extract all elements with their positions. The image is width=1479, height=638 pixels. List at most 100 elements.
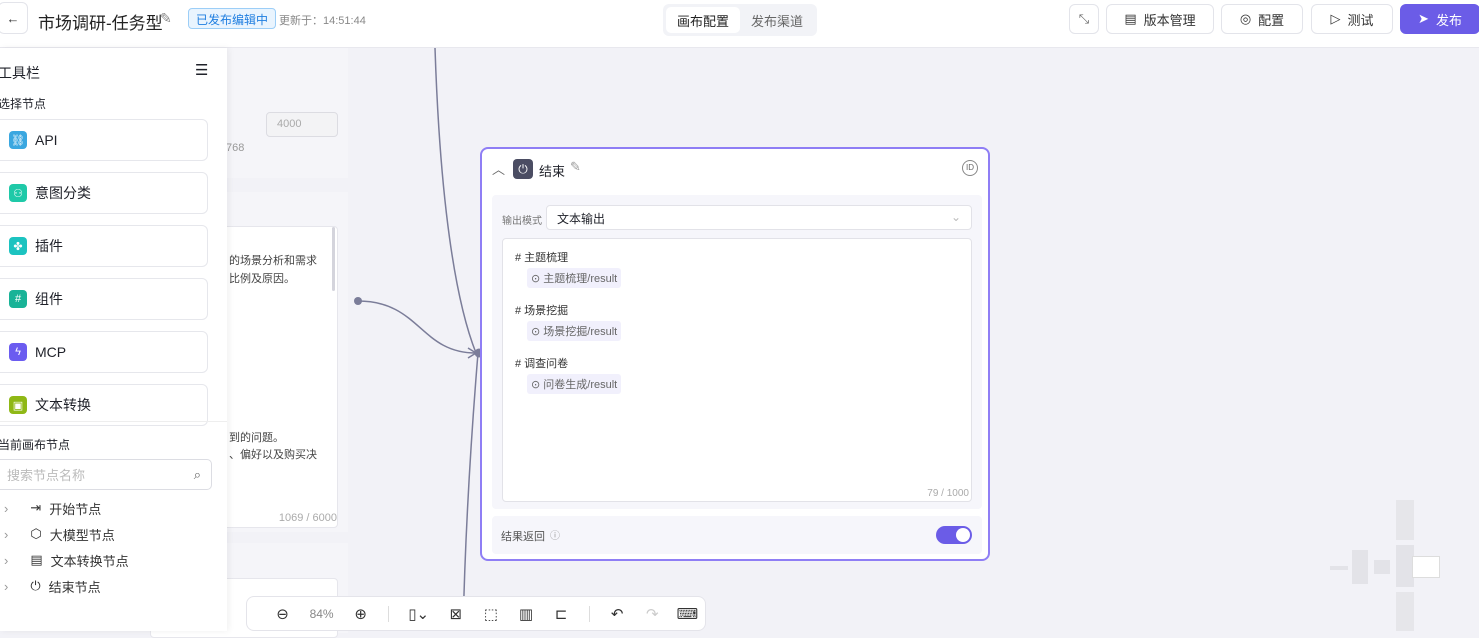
tree-item-label: 文本转换节点 [50,553,129,569]
fit-view-icon[interactable]: ⊠ [438,605,473,623]
power-icon: ⏻ [513,159,533,179]
collapse-sidebar-icon[interactable]: ☰ [195,61,208,79]
tree-item-label: 结束节点 [48,579,101,595]
output-template-editor[interactable]: # 主题梳理 ⊙ 主题梳理/result # 场景挖掘 ⊙ 场景挖掘/result # … [502,238,972,502]
tree-item[interactable]: › ⬡ 大模型节点 [0,523,220,545]
layout-icon: ▤ [30,552,43,567]
variable-ref-label: 主题梳理/result [543,273,618,285]
chevron-up-icon[interactable]: ︿ [492,159,505,178]
tree-item-label: 大模型节点 [49,527,115,543]
zoom-out-icon[interactable]: ⊖ [265,605,300,623]
variable-ref-label: 场景挖掘/result [543,326,618,338]
chevron-down-icon: ⌄ [950,210,961,224]
variable-ref[interactable]: ⊙ 场景挖掘/result [527,321,622,341]
send-icon: ➤ [1418,11,1429,26]
auto-layout-icon[interactable]: ▥ [508,605,543,623]
node-search-input[interactable]: 搜索节点名称 ⌕ [0,459,212,490]
config-button[interactable]: ◎ 配置 [1221,4,1303,34]
search-icon[interactable]: ⌕ [194,467,201,483]
node-item-label: 文本转换 [35,397,91,413]
publish-label: 发布 [1435,12,1462,28]
node-item-label: MCP [35,344,67,360]
section-select-nodes: 选择节点 [0,97,47,111]
node-item-label: 组件 [35,291,63,307]
publish-button[interactable]: ➤ 发布 [1400,4,1479,34]
chevron-right-icon[interactable]: › [4,579,8,594]
mouse-mode-icon[interactable]: ▯⌄ [399,605,438,623]
chevron-right-icon[interactable]: › [4,553,8,568]
node-item[interactable]: ▣ 文本转换 [0,384,208,426]
help-icon[interactable]: ⓘ [550,527,560,542]
chevron-right-icon[interactable]: › [4,501,8,516]
variable-ref-label: 问卷生成/result [543,379,618,391]
play-icon: ▷ [1330,11,1341,26]
page-title: 市场调研-任务型 [38,14,163,33]
keyboard-icon[interactable]: ⌨ [670,605,705,623]
output-mode-label: 输出模式 [502,216,542,227]
slider-min-label: 768 [226,142,245,154]
node-item-label: 意图分类 [35,185,91,201]
tab-canvas-config[interactable]: 画布配置 [666,7,740,33]
header: ← 市场调研-任务型 ✎ 已发布编辑中 更新于：14:51:44 画布配置 发布… [0,0,1479,48]
select-area-icon[interactable]: ⬚ [473,605,508,623]
tree-item[interactable]: › ⏻ 结束节点 [0,575,220,597]
text-line: 比例及原因。 [229,273,295,285]
status-badge: 已发布编辑中 [188,8,277,29]
section-heading: # 调查问卷 [515,358,569,370]
tree-item-label: 开始节点 [49,501,102,517]
connector-icon[interactable]: ⊏ [544,605,579,623]
node-type-icon: ϟ [9,343,27,361]
tree-item[interactable]: › ▤ 文本转换节点 [0,549,220,571]
redo-icon[interactable]: ↷ [635,605,670,623]
config-label: 配置 [1258,12,1285,28]
node-item[interactable]: ⛓ API [0,119,208,161]
tab-publish-channel[interactable]: 发布渠道 [740,7,814,33]
enter-icon: ⇥ [30,500,42,515]
zoom-in-icon[interactable]: ⊕ [343,605,378,623]
section-heading: # 场景挖掘 [515,305,569,317]
sidebar-title: 工具栏 [0,65,40,81]
node-type-icon: ⛓ [9,131,27,149]
settings-icon: ◎ [1239,11,1252,26]
tree-item[interactable]: › ⇥ 开始节点 [0,497,220,519]
canvas-toolbar: ⊖ 84% ⊕ ▯⌄ ⊠ ⬚ ▥ ⊏ ↶ ↷ ⌨ [246,596,706,631]
node-item[interactable]: ⚇ 意图分类 [0,172,208,214]
text-line: 的场景分析和需求 [229,255,317,267]
output-mode-select[interactable]: 文本输出 ⌄ [546,205,972,230]
back-button[interactable]: ← [0,2,28,34]
power-icon: ⏻ [30,578,41,593]
collapse-button[interactable]: ⤡ [1069,4,1099,34]
node-type-icon: # [9,290,27,308]
chevron-right-icon[interactable]: › [4,527,8,542]
test-label: 测试 [1347,12,1374,28]
edit-title-icon[interactable]: ✎ [570,159,581,175]
zoom-level: 84% [309,606,334,621]
output-mode-value: 文本输出 [557,212,606,226]
node-item[interactable]: # 组件 [0,278,208,320]
variable-ref[interactable]: ⊙ 问卷生成/result [527,374,622,394]
test-button[interactable]: ▷ 测试 [1311,4,1393,34]
end-node[interactable]: ︿ ⏻ 结束 ✎ ID 输出模式 文本输出 ⌄ # 主题梳理 ⊙ 主题梳理/resu… [480,147,990,561]
toolbar-sidebar: 工具栏 ☰ 选择节点 ⛓ API ⚇ 意图分类 ✤ 插件 # 组件 ϟ MCP ▣ 文本转换 当前画布… [0,48,227,631]
version-icon: ▤ [1124,11,1137,26]
node-item[interactable]: ✤ 插件 [0,225,208,267]
edit-icon[interactable]: ✎ [160,10,172,27]
model-icon: ⬡ [30,526,42,541]
updated-time: 更新于：14:51:44 [279,15,366,27]
minimap[interactable] [1330,500,1440,631]
node-type-icon: ⚇ [9,184,27,202]
max-value-input[interactable]: 4000 [266,112,338,137]
variable-ref[interactable]: ⊙ 主题梳理/result [527,268,622,288]
return-toggle[interactable] [936,526,972,544]
node-item-label: API [35,132,58,148]
tab-group: 画布配置 发布渠道 [663,4,817,36]
text-line: 到的问题。 [229,432,284,444]
char-counter: 1069 / 6000 [278,512,337,524]
node-item[interactable]: ϟ MCP [0,331,208,373]
node-type-icon: ✤ [9,237,27,255]
version-button[interactable]: ▤ 版本管理 [1106,4,1214,34]
id-icon[interactable]: ID [962,160,978,176]
scrollbar[interactable] [332,227,335,291]
node-title: 结束 [539,164,566,179]
undo-icon[interactable]: ↶ [600,605,635,623]
